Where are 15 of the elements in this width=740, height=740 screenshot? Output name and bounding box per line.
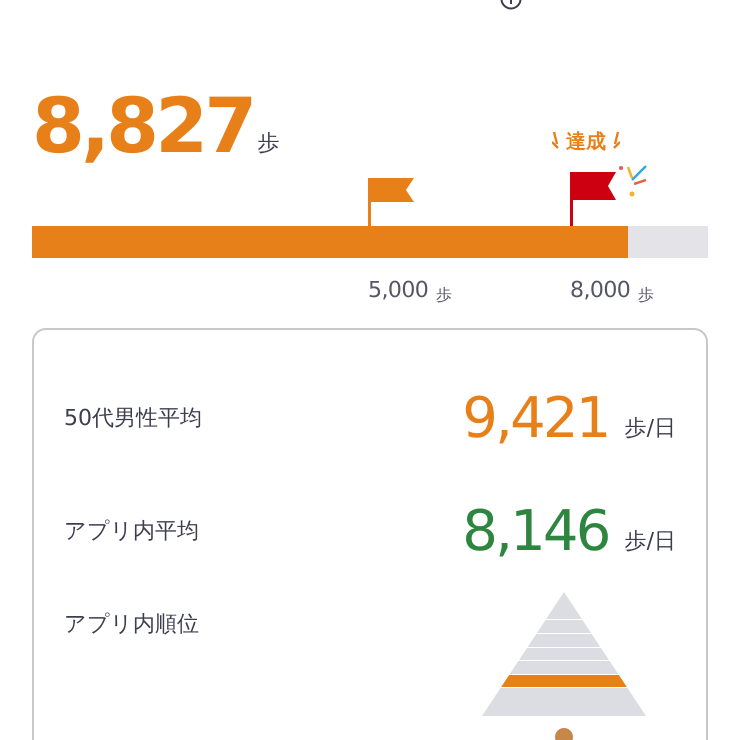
stat-value: 8,146 [462,504,609,560]
milestone-unit: 歩 [436,284,452,306]
achieved-label: 達成 [566,128,606,155]
milestone-value: 5,000 [368,277,428,305]
milestone-value: 8,000 [570,277,630,305]
stat-value: 9,421 [462,390,609,446]
milestone-unit: 歩 [638,284,654,306]
step-unit: 歩 [257,130,280,158]
step-count: 8,827 [32,88,254,164]
stat-unit: 歩/日 [624,528,676,556]
stat-unit: 歩/日 [624,414,676,442]
stat-label: 50代男性平均 [64,405,202,433]
stat-label: アプリ内平均 [64,518,199,546]
confetti-icon [618,164,648,198]
rank-label: アプリ内順位 [64,611,199,639]
